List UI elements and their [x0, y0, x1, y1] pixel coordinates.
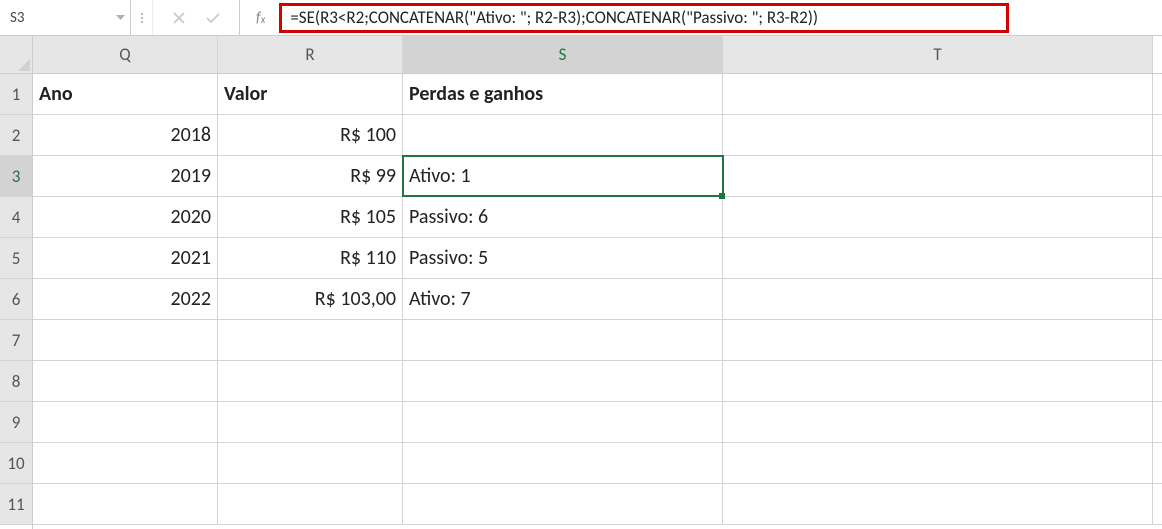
formula-input[interactable]: =SE(R3<R2;CONCATENAR("Ativo: "; R2-R3);C…	[279, 3, 1009, 33]
cell-T3[interactable]	[723, 156, 1153, 196]
cell-T11[interactable]	[723, 484, 1153, 524]
formula-actions	[153, 0, 240, 35]
cell-R8[interactable]	[218, 361, 403, 401]
cell-T7[interactable]	[723, 320, 1153, 360]
cell-S2[interactable]	[403, 115, 723, 155]
select-all-corner[interactable]	[0, 36, 32, 74]
cell-S5[interactable]: Passivo: 5	[403, 238, 723, 278]
cell-S9[interactable]	[403, 402, 723, 442]
formula-separator	[131, 0, 153, 35]
cell-Q11[interactable]	[33, 484, 218, 524]
cell-T1[interactable]	[723, 74, 1153, 114]
cell-S7[interactable]	[403, 320, 723, 360]
cell-R3[interactable]: R$ 99	[218, 156, 403, 196]
row-header-8[interactable]: 8	[0, 361, 32, 402]
cell-Q3[interactable]: 2019	[33, 156, 218, 196]
table-row	[33, 402, 1162, 443]
grid: Q R S T Ano Valor Perdas e ganhos 2018 R…	[33, 36, 1162, 529]
cell-R9[interactable]	[218, 402, 403, 442]
row-header-6[interactable]: 6	[0, 279, 32, 320]
table-row	[33, 320, 1162, 361]
col-header-S[interactable]: S	[403, 36, 723, 73]
cell-S10[interactable]	[403, 443, 723, 483]
cell-Q7[interactable]	[33, 320, 218, 360]
row-header-10[interactable]: 10	[0, 443, 32, 484]
cell-Q1[interactable]: Ano	[33, 74, 218, 114]
fill-handle[interactable]	[719, 193, 725, 199]
table-row: 2022 R$ 103,00 Ativo: 7	[33, 279, 1162, 320]
cell-R1[interactable]: Valor	[218, 74, 403, 114]
name-box-container: S3	[0, 0, 131, 35]
cell-R5[interactable]: R$ 110	[218, 238, 403, 278]
col-header-Q[interactable]: Q	[33, 36, 218, 73]
table-row: 2020 R$ 105 Passivo: 6	[33, 197, 1162, 238]
col-header-T[interactable]: T	[723, 36, 1153, 73]
name-box-dropdown-icon[interactable]	[110, 5, 130, 31]
cell-S3[interactable]: Ativo: 1	[403, 156, 723, 196]
formula-bar: S3 fx =SE(R3<R2;CONCATENAR("Ativo: "; R2…	[0, 0, 1162, 36]
name-box[interactable]: S3	[0, 5, 110, 31]
cell-Q2[interactable]: 2018	[33, 115, 218, 155]
row-header-5[interactable]: 5	[0, 238, 32, 279]
cancel-icon[interactable]	[171, 10, 187, 26]
table-row	[33, 443, 1162, 484]
cell-R4[interactable]: R$ 105	[218, 197, 403, 237]
cell-S4[interactable]: Passivo: 6	[403, 197, 723, 237]
row-header-11[interactable]: 11	[0, 484, 32, 525]
cell-Q8[interactable]	[33, 361, 218, 401]
cell-S11[interactable]	[403, 484, 723, 524]
enter-icon[interactable]	[205, 10, 221, 26]
row-header-2[interactable]: 2	[0, 115, 32, 156]
cell-T2[interactable]	[723, 115, 1153, 155]
cell-T5[interactable]	[723, 238, 1153, 278]
row-header-9[interactable]: 9	[0, 402, 32, 443]
table-row: 2019 R$ 99 Ativo: 1	[33, 156, 1162, 197]
cell-T10[interactable]	[723, 443, 1153, 483]
table-row	[33, 484, 1162, 525]
formula-input-wrap: =SE(R3<R2;CONCATENAR("Ativo: "; R2-R3);C…	[275, 0, 1162, 35]
cell-Q9[interactable]	[33, 402, 218, 442]
row-header-1[interactable]: 1	[0, 74, 32, 115]
spreadsheet: 1 2 3 4 5 6 7 8 9 10 11 Q R S T Ano Valo…	[0, 36, 1162, 529]
grid-rows: Ano Valor Perdas e ganhos 2018 R$ 100 20…	[33, 74, 1162, 525]
cell-S1[interactable]: Perdas e ganhos	[403, 74, 723, 114]
row-header-7[interactable]: 7	[0, 320, 32, 361]
cell-T4[interactable]	[723, 197, 1153, 237]
cell-T8[interactable]	[723, 361, 1153, 401]
cell-R6[interactable]: R$ 103,00	[218, 279, 403, 319]
fx-icon[interactable]: fx	[240, 0, 275, 35]
cell-S6[interactable]: Ativo: 7	[403, 279, 723, 319]
col-header-R[interactable]: R	[218, 36, 403, 73]
cell-Q5[interactable]: 2021	[33, 238, 218, 278]
table-row: 2021 R$ 110 Passivo: 5	[33, 238, 1162, 279]
cell-T9[interactable]	[723, 402, 1153, 442]
cell-S8[interactable]	[403, 361, 723, 401]
column-headers: Q R S T	[33, 36, 1162, 74]
row-headers: 1 2 3 4 5 6 7 8 9 10 11	[0, 36, 33, 529]
table-row: Ano Valor Perdas e ganhos	[33, 74, 1162, 115]
row-header-4[interactable]: 4	[0, 197, 32, 238]
cell-Q6[interactable]: 2022	[33, 279, 218, 319]
cell-R11[interactable]	[218, 484, 403, 524]
cell-Q10[interactable]	[33, 443, 218, 483]
cell-R7[interactable]	[218, 320, 403, 360]
cell-R2[interactable]: R$ 100	[218, 115, 403, 155]
cell-R10[interactable]	[218, 443, 403, 483]
row-header-3[interactable]: 3	[0, 156, 32, 197]
table-row	[33, 361, 1162, 402]
cell-Q4[interactable]: 2020	[33, 197, 218, 237]
table-row: 2018 R$ 100	[33, 115, 1162, 156]
cell-T6[interactable]	[723, 279, 1153, 319]
